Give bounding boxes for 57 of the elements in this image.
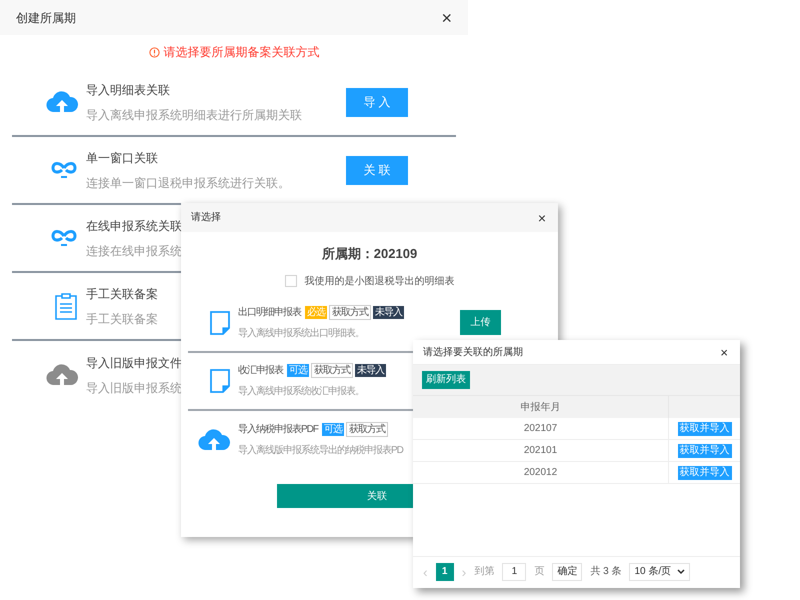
document-icon — [210, 310, 230, 334]
info-icon — [148, 46, 160, 58]
cloud-upload-icon — [198, 428, 230, 452]
close-button[interactable]: × — [538, 210, 546, 224]
dialog-title: 请选择 — [191, 210, 221, 225]
column-header: 申报年月 — [520, 400, 562, 414]
item-description: 导入离线申报系统出口明细表。 — [238, 326, 364, 340]
option-title: 在线申报系统关联 — [86, 218, 182, 234]
item-description: 导入离线版申报系统导出的纳税申报表PD — [238, 444, 403, 458]
refresh-button[interactable]: 刷新列表 — [422, 371, 470, 389]
method-button[interactable]: 获取方式 — [311, 362, 353, 378]
option-description: 手工关联备案 — [86, 310, 158, 328]
option-description: 连接单一窗口退税申报系统进行关联。 — [86, 174, 290, 192]
checkbox-label: 我使用的是小图退税导出的明细表 — [304, 274, 454, 288]
option-title: 手工关联备案 — [86, 286, 158, 302]
document-icon — [210, 368, 230, 392]
confirm-button[interactable]: 确定 — [552, 562, 582, 580]
fetch-import-button[interactable]: 获取并导入 — [678, 466, 732, 480]
item-title: 出口明细申报表 — [238, 306, 301, 320]
tag: 可选 — [322, 422, 344, 436]
page-input[interactable]: 1 — [502, 562, 526, 580]
option-button[interactable]: 关 联 — [346, 156, 408, 184]
option-button[interactable]: 导 入 — [346, 88, 408, 116]
dialog-title: 请选择要关联的所属期 — [423, 346, 523, 360]
total-count: 共 3 条 — [590, 564, 622, 579]
notice-text: 请选择要所属期备案关联方式 — [164, 44, 320, 61]
option-description: 连接在线申报系统 — [86, 242, 182, 260]
close-button[interactable]: × — [720, 346, 728, 358]
item-description: 导入离线申报系统收汇申报表。 — [238, 384, 364, 398]
close-button[interactable]: × — [441, 8, 452, 26]
upload-button[interactable]: 上传 — [460, 310, 501, 335]
method-button[interactable]: 获取方式 — [329, 304, 371, 320]
option-title: 单一窗口关联 — [86, 150, 158, 166]
checkbox[interactable] — [284, 275, 296, 287]
option-title: 导入明细表关联 — [86, 82, 170, 98]
page-button[interactable]: 1 — [436, 562, 454, 580]
option-description: 导入旧版申报系统 — [86, 380, 182, 396]
tag: 可选 — [287, 364, 309, 376]
chevron-down-icon — [677, 568, 686, 574]
item-title: 导入纳税申报表PDF — [238, 422, 318, 436]
tag: 未导入 — [355, 364, 386, 376]
item-title: 收汇申报表 — [238, 364, 283, 378]
option-description: 导入离线申报系统明细表进行所属期关联 — [86, 106, 302, 124]
page-unit: 页 — [534, 565, 544, 579]
table-cell-text: 202101 — [522, 444, 558, 458]
dialog-title: 创建所属期 — [16, 10, 76, 26]
table-cell-text: 202012 — [522, 466, 558, 480]
fetch-import-button[interactable]: 获取并导入 — [678, 422, 732, 436]
option-title: 导入旧版申报文件 — [86, 354, 182, 372]
table-cell-text: 202107 — [522, 422, 558, 436]
page-size-select[interactable]: 10 条/页 — [629, 562, 690, 580]
fetch-import-button[interactable]: 获取并导入 — [678, 444, 732, 458]
goto-label: 到第 — [474, 565, 494, 579]
tag: 必选 — [305, 306, 327, 318]
tag: 未导入 — [373, 306, 404, 318]
method-button[interactable]: 获取方式 — [346, 422, 388, 436]
period-heading: 所属期：202109 — [322, 245, 418, 263]
